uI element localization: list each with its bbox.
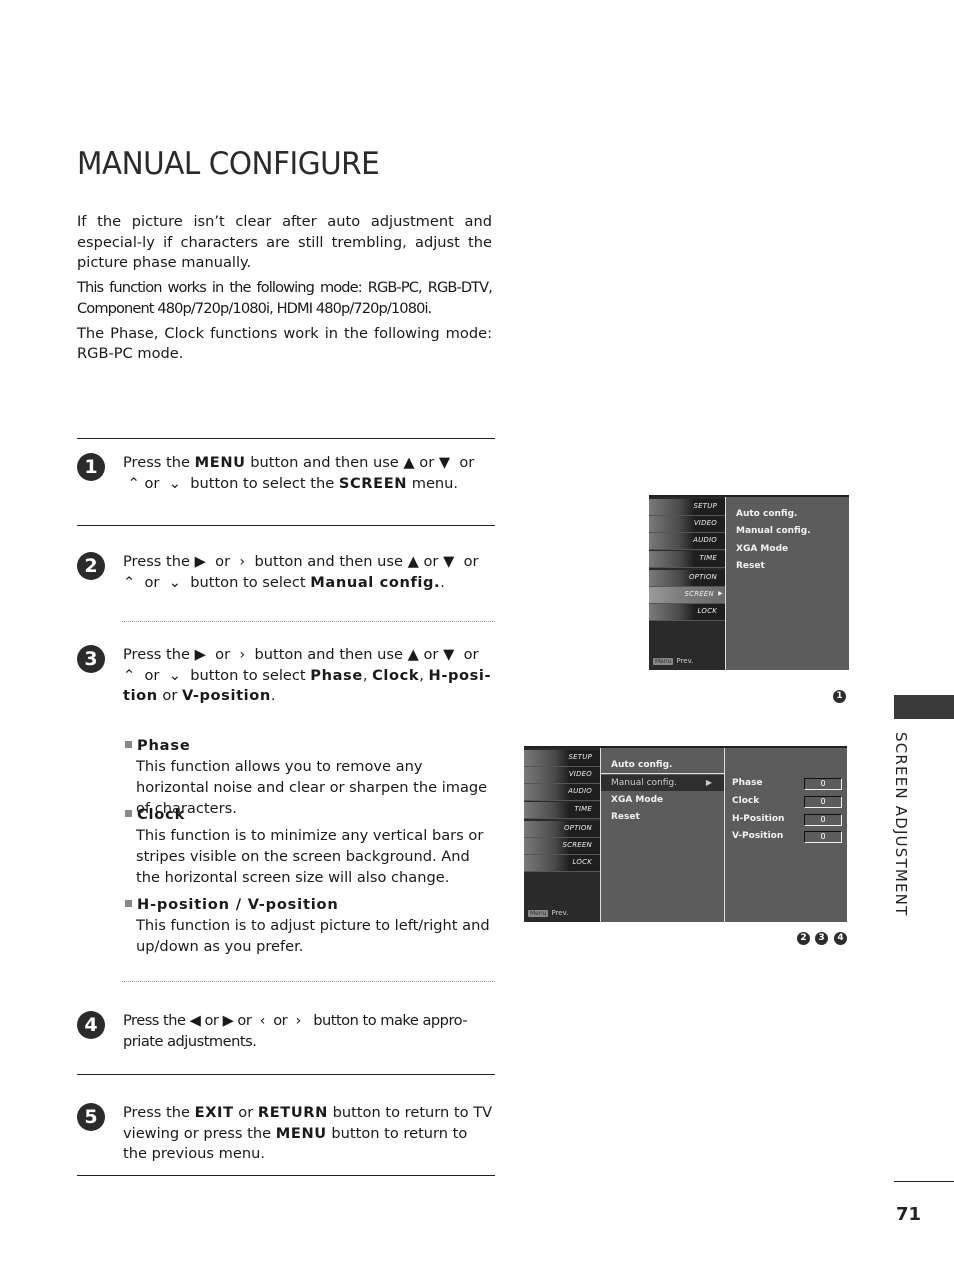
- osd-label-h-position: H-Position: [732, 814, 785, 824]
- osd-item-auto-config[interactable]: Auto config.: [736, 509, 797, 519]
- osd-label-phase: Phase: [732, 778, 763, 788]
- intro-paragraph: If the picture isn’t clear after auto ad…: [77, 213, 492, 272]
- step-number-badge: 5: [77, 1103, 105, 1131]
- step-number-badge: 1: [77, 453, 105, 481]
- osd-main-menu: SETUP VIDEO AUDIO TIME OPTION SCREEN LOC…: [524, 748, 600, 922]
- osd-adjust-panel: Phase 0 Clock 0 H-Position 0 V-Position …: [724, 748, 847, 922]
- bullet-heading: Phase: [125, 736, 495, 756]
- step-text: Press the MENU button and then use ▲ or …: [123, 454, 475, 492]
- step-text: Press the ▶ or › button and then use ▲ o…: [123, 553, 479, 591]
- osd-value-clock[interactable]: 0: [804, 796, 842, 808]
- intro-text: If the picture isn’t clear after auto ad…: [77, 212, 493, 369]
- osd-value-h-position[interactable]: 0: [804, 814, 842, 826]
- osd-tab-audio[interactable]: AUDIO: [649, 533, 725, 550]
- bullet-body: This function is to adjust picture to le…: [136, 917, 490, 955]
- osd-screen-submenu: Auto config. Manual config. ▶ XGA Mode Re…: [600, 748, 724, 922]
- intro-paragraph: This function works in the following mod…: [77, 279, 493, 317]
- step-text: Press the ◀ or ▶ or ‹ or › button to mak…: [123, 1012, 468, 1050]
- osd-value-phase[interactable]: 0: [804, 778, 842, 790]
- bullet-body: This function is to minimize any vertica…: [136, 827, 484, 886]
- osd-value-v-position[interactable]: 0: [804, 831, 842, 843]
- osd-manual-config-menu: SETUP VIDEO AUDIO TIME OPTION SCREEN LOC…: [524, 746, 847, 922]
- osd-item-reset[interactable]: Reset: [736, 561, 765, 571]
- divider: [77, 438, 495, 439]
- section-label-text: SCREEN ADJUSTMENT: [892, 732, 910, 917]
- osd-tab-option[interactable]: OPTION: [649, 570, 725, 587]
- divider: [77, 1074, 495, 1075]
- osd-tab-time[interactable]: TIME: [524, 802, 600, 819]
- osd-tab-time[interactable]: TIME: [649, 551, 725, 568]
- osd-tab-video[interactable]: VIDEO: [524, 767, 600, 784]
- osd-tab-video[interactable]: VIDEO: [649, 516, 725, 533]
- divider: [77, 1175, 495, 1176]
- osd-tab-lock[interactable]: LOCK: [649, 604, 725, 621]
- section-tab-marker: [894, 695, 954, 719]
- osd-tab-option[interactable]: OPTION: [524, 821, 600, 838]
- osd-label-clock: Clock: [732, 796, 760, 806]
- figure-badge: 1: [833, 690, 846, 703]
- osd-label-v-position: V-Position: [732, 831, 784, 841]
- figure-badge: 4: [834, 932, 847, 945]
- figure-badge: 2: [797, 932, 810, 945]
- osd-item-reset[interactable]: Reset: [611, 812, 640, 822]
- bullet-heading-text: Phase: [137, 737, 191, 754]
- osd-tab-audio[interactable]: AUDIO: [524, 784, 600, 801]
- bullet-position: H-position / V-position This function is…: [125, 895, 495, 957]
- page-number-rule: [894, 1181, 954, 1182]
- dotted-divider: [122, 621, 495, 622]
- arrow-right-icon: ▶: [705, 778, 712, 787]
- step-number-badge: 3: [77, 645, 105, 673]
- osd-item-manual-config[interactable]: Manual config.: [736, 526, 811, 536]
- osd-item-xga-mode[interactable]: XGA Mode: [611, 795, 663, 805]
- osd-main-menu: SETUP VIDEO AUDIO TIME OPTION SCREEN ▶ LO…: [649, 497, 725, 670]
- osd-tab-setup[interactable]: SETUP: [649, 499, 725, 516]
- osd-prev-hint: Menu Prev.: [653, 657, 694, 665]
- osd-prev-hint: Menu Prev.: [528, 909, 569, 917]
- bullet-heading: Clock: [125, 805, 495, 825]
- arrow-right-icon: ▶: [718, 590, 723, 597]
- step-text: Press the ▶ or › button and then use ▲ o…: [123, 646, 492, 705]
- bullet-heading-text: H-position / V-position: [137, 896, 339, 913]
- square-bullet-icon: [125, 810, 132, 817]
- osd-item-xga-mode[interactable]: XGA Mode: [736, 544, 788, 554]
- figure-badge: 3: [815, 932, 828, 945]
- osd-tab-lock[interactable]: LOCK: [524, 855, 600, 872]
- osd-screen-menu: SETUP VIDEO AUDIO TIME OPTION SCREEN ▶ LO…: [649, 495, 849, 670]
- osd-screen-submenu: Auto config. Manual config. XGA Mode Res…: [725, 497, 849, 670]
- osd-tab-screen[interactable]: SCREEN ▶: [649, 587, 725, 604]
- osd-item-manual-config[interactable]: Manual config. ▶: [601, 775, 724, 791]
- step-number-badge: 4: [77, 1011, 105, 1039]
- square-bullet-icon: [125, 900, 132, 907]
- section-label: SCREEN ADJUSTMENT: [884, 732, 924, 932]
- divider: [77, 525, 495, 526]
- intro-paragraph: The Phase, Clock functions work in the f…: [77, 324, 492, 363]
- step-text: Press the EXIT or RETURN button to retur…: [123, 1104, 493, 1163]
- osd-tab-setup[interactable]: SETUP: [524, 750, 600, 767]
- bullet-clock: Clock This function is to minimize any v…: [125, 805, 495, 888]
- page-title: MANUAL CONFIGURE: [77, 146, 380, 182]
- bullet-heading-text: Clock: [137, 806, 186, 823]
- osd-tab-screen[interactable]: SCREEN: [524, 838, 600, 855]
- osd-item-auto-config[interactable]: Auto config.: [611, 760, 672, 770]
- step-number-badge: 2: [77, 552, 105, 580]
- square-bullet-icon: [125, 741, 132, 748]
- dotted-divider: [122, 981, 495, 982]
- page-number: 71: [896, 1204, 922, 1225]
- bullet-heading: H-position / V-position: [125, 895, 495, 915]
